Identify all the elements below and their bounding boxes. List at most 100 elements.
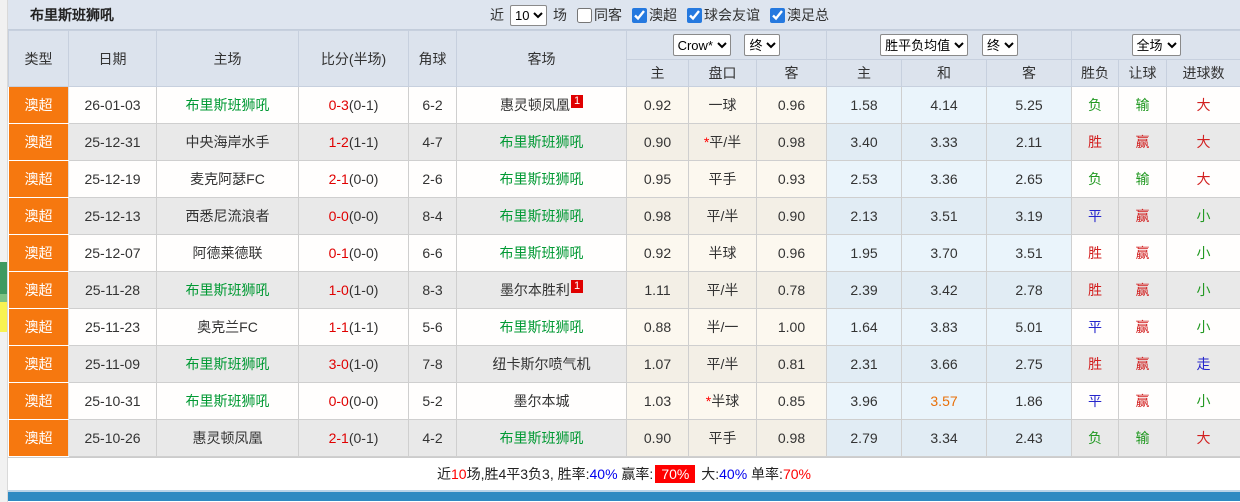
home-team-name[interactable]: 布里斯班狮吼 bbox=[186, 97, 270, 113]
away-team-name[interactable]: 布里斯班狮吼 bbox=[500, 430, 584, 446]
result-cell: 负 bbox=[1071, 86, 1120, 124]
away-team-name[interactable]: 惠灵顿凤凰 bbox=[500, 97, 570, 113]
home-team-name[interactable]: 中央海岸水手 bbox=[186, 134, 270, 150]
league-type-cell[interactable]: 澳超 bbox=[8, 123, 69, 161]
home-team-cell[interactable]: 布里斯班狮吼 bbox=[156, 271, 299, 309]
asian-home-odds-cell: 1.03 bbox=[626, 382, 689, 420]
a-league-checkbox[interactable] bbox=[632, 7, 647, 23]
asian-home-odds-cell: 0.98 bbox=[626, 197, 689, 235]
away-team-name[interactable]: 纽卡斯尔喷气机 bbox=[493, 356, 591, 372]
away-team-name[interactable]: 墨尔本胜利 bbox=[500, 282, 570, 298]
away-team-cell[interactable]: 惠灵顿凤凰 1 bbox=[456, 86, 627, 124]
away-team-cell[interactable]: 布里斯班狮吼 bbox=[456, 123, 627, 161]
match-row: 澳超 26-01-03 布里斯班狮吼 0-3(0-1) 6-2 惠灵顿凤凰 1 0.92 一球 0… bbox=[8, 86, 1240, 124]
home-team-cell[interactable]: 布里斯班狮吼 bbox=[156, 382, 299, 420]
euro-draw-odds-cell: 3.57 bbox=[901, 382, 988, 420]
checkbox-aus-cup[interactable]: 澳足总 bbox=[770, 5, 829, 25]
league-type-cell[interactable]: 澳超 bbox=[8, 382, 69, 420]
scope-select[interactable]: 全场 bbox=[1131, 34, 1181, 56]
europe-metric-select[interactable]: 胜平负均值 bbox=[880, 34, 969, 56]
away-team-cell[interactable]: 墨尔本城 bbox=[456, 382, 627, 420]
aus-cup-checkbox[interactable] bbox=[770, 7, 785, 23]
away-team-name[interactable]: 布里斯班狮吼 bbox=[500, 245, 584, 261]
goals-result-cell: 大 bbox=[1166, 160, 1240, 198]
recent-count-select[interactable]: 10 bbox=[510, 4, 547, 26]
col-header-date: 日期 bbox=[68, 30, 157, 87]
away-team-name[interactable]: 布里斯班狮吼 bbox=[500, 171, 584, 187]
away-team-cell[interactable]: 布里斯班狮吼 bbox=[456, 234, 627, 272]
away-team-cell[interactable]: 布里斯班狮吼 bbox=[456, 160, 627, 198]
summary-big-value: 40% bbox=[719, 466, 748, 482]
checkbox-same-venue[interactable]: 同客 bbox=[577, 5, 622, 25]
fulltime-score: 1-0 bbox=[328, 282, 349, 298]
euro-home-odds-cell: 3.96 bbox=[826, 382, 903, 420]
home-team-cell[interactable]: 布里斯班狮吼 bbox=[156, 345, 299, 383]
euro-draw-odds-cell: 3.34 bbox=[901, 419, 988, 457]
asian-home-odds-cell: 0.92 bbox=[626, 86, 689, 124]
home-team-name[interactable]: 布里斯班狮吼 bbox=[186, 282, 270, 298]
away-team-name[interactable]: 布里斯班狮吼 bbox=[500, 134, 584, 150]
halftime-score: (0-0) bbox=[348, 393, 379, 409]
home-team-name[interactable]: 西悉尼流浪者 bbox=[186, 208, 270, 224]
home-team-cell[interactable]: 麦克阿瑟FC bbox=[156, 160, 299, 198]
bookmaker-select[interactable]: Crow* bbox=[672, 34, 731, 56]
league-type-cell[interactable]: 澳超 bbox=[8, 419, 69, 457]
europe-state-select[interactable]: 终 bbox=[981, 34, 1018, 56]
away-team-name[interactable]: 布里斯班狮吼 bbox=[500, 319, 584, 335]
league-type-cell[interactable]: 澳超 bbox=[8, 271, 69, 309]
home-team-cell[interactable]: 奥克兰FC bbox=[156, 308, 299, 346]
home-team-name[interactable]: 惠灵顿凤凰 bbox=[193, 430, 263, 446]
col-header-home: 主场 bbox=[156, 30, 299, 87]
home-team-cell[interactable]: 西悉尼流浪者 bbox=[156, 197, 299, 235]
euro-away-odds-cell: 2.65 bbox=[986, 160, 1073, 198]
euro-draw-odds-cell: 3.70 bbox=[901, 234, 988, 272]
result-cell: 负 bbox=[1071, 160, 1120, 198]
away-team-cell[interactable]: 墨尔本胜利 1 bbox=[456, 271, 627, 309]
league-type-cell[interactable]: 澳超 bbox=[8, 86, 69, 124]
unit-label: 场 bbox=[553, 7, 567, 23]
home-team-cell[interactable]: 布里斯班狮吼 bbox=[156, 86, 299, 124]
home-team-cell[interactable]: 中央海岸水手 bbox=[156, 123, 299, 161]
asian-handicap-line-cell: 平/半 bbox=[688, 271, 757, 309]
home-team-name[interactable]: 阿德莱德联 bbox=[193, 245, 263, 261]
corners-cell: 5-2 bbox=[408, 382, 457, 420]
home-team-cell[interactable]: 惠灵顿凤凰 bbox=[156, 419, 299, 457]
euro-home-odds-cell: 2.31 bbox=[826, 345, 903, 383]
fulltime-score: 1-1 bbox=[328, 319, 349, 335]
col-header-euro-draw: 和 bbox=[901, 59, 988, 87]
asian-state-select[interactable]: 终 bbox=[744, 34, 781, 56]
fulltime-score: 0-3 bbox=[328, 97, 349, 113]
asian-handicap-line-cell: 平手 bbox=[688, 419, 757, 457]
home-team-name[interactable]: 麦克阿瑟FC bbox=[190, 171, 265, 187]
away-team-cell[interactable]: 纽卡斯尔喷气机 bbox=[456, 345, 627, 383]
home-team-cell[interactable]: 阿德莱德联 bbox=[156, 234, 299, 272]
away-team-cell[interactable]: 布里斯班狮吼 bbox=[456, 419, 627, 457]
away-team-cell[interactable]: 布里斯班狮吼 bbox=[456, 197, 627, 235]
summary-count: 10 bbox=[451, 466, 467, 482]
score-cell: 2-1(0-0) bbox=[298, 160, 409, 198]
league-type-cell[interactable]: 澳超 bbox=[8, 308, 69, 346]
goals-result-cell: 走 bbox=[1166, 345, 1240, 383]
asian-away-odds-cell: 0.85 bbox=[755, 382, 828, 420]
club-friendly-checkbox[interactable] bbox=[687, 7, 702, 23]
checkbox-a-league[interactable]: 澳超 bbox=[632, 5, 677, 25]
away-team-name[interactable]: 墨尔本城 bbox=[514, 393, 570, 409]
league-type-cell[interactable]: 澳超 bbox=[8, 234, 69, 272]
same-venue-checkbox[interactable] bbox=[577, 7, 592, 23]
score-cell: 1-2(1-1) bbox=[298, 123, 409, 161]
home-team-name[interactable]: 布里斯班狮吼 bbox=[186, 393, 270, 409]
fulltime-score: 0-0 bbox=[328, 208, 349, 224]
score-cell: 1-1(1-1) bbox=[298, 308, 409, 346]
away-team-cell[interactable]: 布里斯班狮吼 bbox=[456, 308, 627, 346]
home-team-name[interactable]: 奥克兰FC bbox=[197, 319, 258, 335]
date-cell: 25-12-07 bbox=[68, 234, 157, 272]
league-type-cell[interactable]: 澳超 bbox=[8, 197, 69, 235]
checkbox-club-friendly[interactable]: 球会友谊 bbox=[687, 5, 760, 25]
europe-odds-controls: 胜平负均值 终 bbox=[826, 30, 1073, 60]
league-type-cell[interactable]: 澳超 bbox=[8, 160, 69, 198]
league-type-cell[interactable]: 澳超 bbox=[8, 345, 69, 383]
page-title: 布里斯班狮吼 bbox=[30, 6, 114, 23]
main-panel: 布里斯班狮吼 近 10 场 同客 澳超 球会友谊 澳足总 类型 日期 主场 比分… bbox=[8, 0, 1240, 502]
away-team-name[interactable]: 布里斯班狮吼 bbox=[500, 208, 584, 224]
home-team-name[interactable]: 布里斯班狮吼 bbox=[186, 356, 270, 372]
